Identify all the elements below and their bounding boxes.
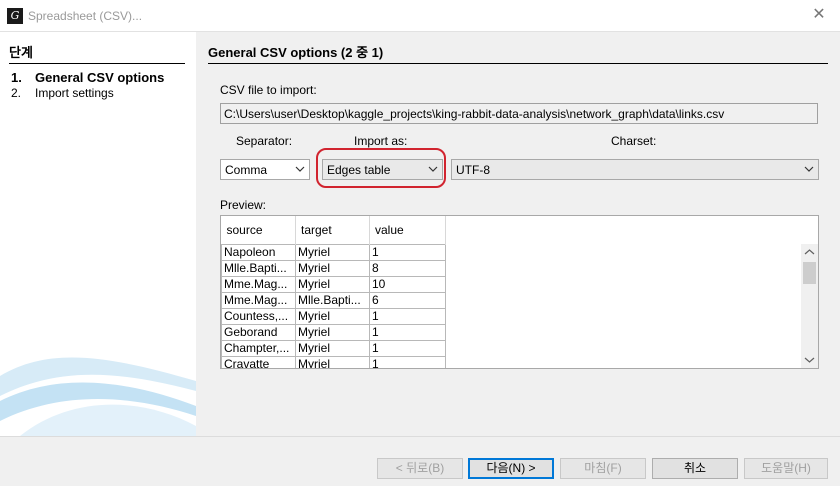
import-as-select[interactable]: Edges table xyxy=(322,159,443,180)
table-cell: 6 xyxy=(369,291,446,309)
column-header-target[interactable]: target xyxy=(295,216,370,244)
table-cell: Myriel xyxy=(295,243,370,261)
step-general-csv-options: 1. General CSV options xyxy=(11,70,165,85)
import-as-label: Import as: xyxy=(354,134,408,148)
table-cell: 1 xyxy=(369,307,446,325)
table-cell: Cravatte xyxy=(221,355,296,368)
table-row: Geborand Myriel 1 xyxy=(221,323,446,341)
title-bar: G Spreadsheet (CSV)... ✕ xyxy=(0,0,840,32)
window-title: Spreadsheet (CSV)... xyxy=(28,9,143,23)
table-cell: Myriel xyxy=(295,339,370,357)
charset-select[interactable]: UTF-8 xyxy=(451,159,819,180)
table-row: Mme.Mag... Mlle.Bapti... 6 xyxy=(221,291,446,309)
page-title: General CSV options (2 중 1) xyxy=(208,42,828,64)
preview-table[interactable]: source target value Napoleon Myriel 1 Ml… xyxy=(220,215,819,369)
table-row: Champter,... Myriel 1 xyxy=(221,339,446,357)
table-cell: 1 xyxy=(369,339,446,357)
table-header-row: source target value xyxy=(221,216,446,244)
table-cell: Mlle.Bapti... xyxy=(295,291,370,309)
charset-label: Charset: xyxy=(611,134,657,148)
vertical-scrollbar[interactable] xyxy=(801,244,818,368)
preview-label: Preview: xyxy=(220,198,267,212)
scrollbar-thumb[interactable] xyxy=(803,262,816,284)
table-cell: Geborand xyxy=(221,323,296,341)
scroll-up-icon[interactable] xyxy=(804,248,815,256)
separator-select[interactable]: Comma xyxy=(220,159,310,180)
table-cell: Mme.Mag... xyxy=(221,275,296,293)
chevron-down-icon xyxy=(428,166,438,172)
table-cell: Countess,... xyxy=(221,307,296,325)
separator-label: Separator: xyxy=(236,134,293,148)
gephi-icon: G xyxy=(7,8,23,24)
table-cell: 1 xyxy=(369,355,446,368)
close-icon[interactable]: ✕ xyxy=(810,6,828,24)
finish-button[interactable]: 마침(F) xyxy=(560,458,646,479)
table-cell: Myriel xyxy=(295,323,370,341)
cancel-button[interactable]: 취소 xyxy=(652,458,738,479)
table-cell: Myriel xyxy=(295,307,370,325)
table-cell: 10 xyxy=(369,275,446,293)
table-cell: 1 xyxy=(369,323,446,341)
column-header-value[interactable]: value xyxy=(369,216,446,244)
next-button[interactable]: 다음(N) > xyxy=(468,458,554,479)
back-button[interactable]: < 뒤로(B) xyxy=(377,458,463,479)
table-cell: 1 xyxy=(369,243,446,261)
help-button[interactable]: 도움말(H) xyxy=(744,458,828,479)
table-cell: Mme.Mag... xyxy=(221,291,296,309)
table-row: Mlle.Bapti... Myriel 8 xyxy=(221,259,446,277)
main-panel: General CSV options (2 중 1) CSV file to … xyxy=(196,32,840,436)
table-row: Cravatte Myriel 1 xyxy=(221,355,446,368)
table-cell: Champter,... xyxy=(221,339,296,357)
button-bar: < 뒤로(B) 다음(N) > 마침(F) 취소 도움말(H) xyxy=(0,436,840,486)
table-cell: Mlle.Bapti... xyxy=(221,259,296,277)
table-cell: 8 xyxy=(369,259,446,277)
file-label: CSV file to import: xyxy=(220,83,317,97)
table-cell: Myriel xyxy=(295,259,370,277)
step-import-settings: 2. Import settings xyxy=(11,86,114,100)
steps-heading: 단계 xyxy=(9,42,185,64)
chevron-down-icon xyxy=(295,166,305,172)
scroll-down-icon[interactable] xyxy=(804,356,815,364)
table-row: Napoleon Myriel 1 xyxy=(221,243,446,261)
file-path-field[interactable]: C:\Users\user\Desktop\kaggle_projects\ki… xyxy=(220,103,818,124)
steps-panel: 단계 1. General CSV options 2. Import settin… xyxy=(0,32,196,436)
chevron-down-icon xyxy=(804,166,814,172)
table-cell: Myriel xyxy=(295,275,370,293)
table-cell: Myriel xyxy=(295,355,370,368)
table-row: Mme.Mag... Myriel 10 xyxy=(221,275,446,293)
column-header-source[interactable]: source xyxy=(221,216,296,244)
table-row: Countess,... Myriel 1 xyxy=(221,307,446,325)
table-cell: Napoleon xyxy=(221,243,296,261)
decorative-swoosh-graphic xyxy=(0,357,196,436)
